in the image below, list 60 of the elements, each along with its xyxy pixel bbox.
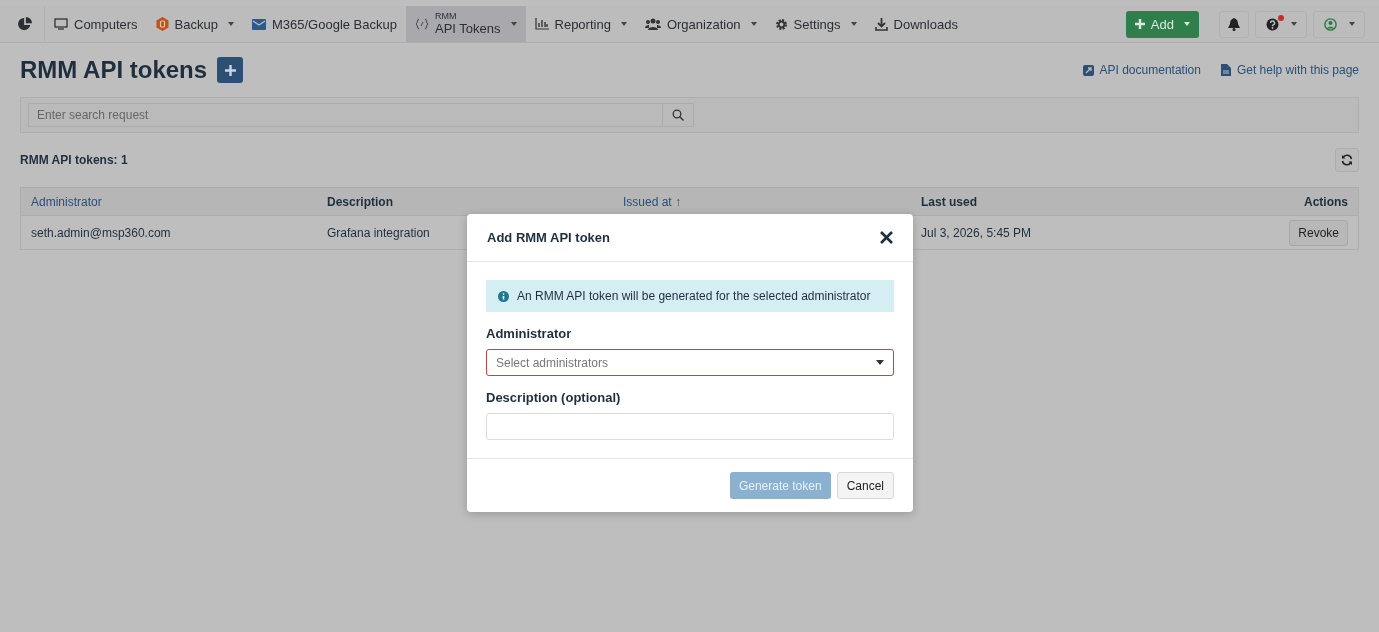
field-label: Description (optional) <box>486 390 622 405</box>
refresh-icon <box>1341 154 1353 166</box>
refresh-button[interactable] <box>1335 148 1359 172</box>
nav-menu-item[interactable]: Downloads <box>865 6 967 42</box>
add-button[interactable]: Add <box>1125 10 1199 38</box>
nav-menu-item[interactable]: Computers <box>45 6 147 42</box>
caret-icon <box>1184 22 1190 26</box>
dialog-title: Add RMM API token <box>487 230 610 245</box>
api-documentation-link[interactable]: API documentation <box>1082 63 1201 77</box>
user-avatar-icon <box>1323 17 1337 31</box>
envelope-icon <box>251 18 266 30</box>
nav-menu-item[interactable]: Reporting <box>525 6 636 42</box>
administrator-select[interactable]: Select administrators <box>486 349 894 376</box>
column-header: Last used <box>921 194 977 209</box>
close-icon <box>880 231 893 244</box>
field-label: Administrator <box>486 326 573 341</box>
nav-menu-item[interactable]: RMM API Tokens <box>406 6 526 42</box>
monitor-icon <box>54 18 68 30</box>
column-header[interactable]: Issued at ↑ <box>622 194 681 209</box>
info-icon <box>498 290 509 302</box>
nav-menu-item[interactable]: M365/Google Backup <box>242 6 406 42</box>
help-icon <box>1265 17 1279 31</box>
description-field[interactable] <box>486 413 894 440</box>
token-count: RMM API tokens: 1 <box>20 153 128 167</box>
caret-icon <box>1348 22 1355 26</box>
document-icon <box>1220 64 1231 76</box>
nav-menu-item[interactable]: Settings <box>765 6 866 42</box>
info-message: An RMM API token will be generated for the selected administrator <box>517 289 871 303</box>
help-link[interactable]: Get help with this page <box>1220 63 1359 77</box>
users-icon <box>644 18 661 30</box>
search-field[interactable]: Enter search request <box>28 103 662 127</box>
external-link-icon <box>1082 64 1094 76</box>
add-token-button[interactable] <box>217 57 244 83</box>
search-icon <box>672 109 684 121</box>
close-button[interactable] <box>880 231 893 244</box>
plus-icon <box>1134 19 1145 29</box>
backup-badge-icon <box>155 17 169 31</box>
column-header[interactable]: Administrator <box>31 194 102 209</box>
revoke-button[interactable]: Revoke <box>1289 219 1348 246</box>
page-title: RMM API tokens <box>20 56 208 84</box>
caret-icon <box>876 360 884 365</box>
bar-chart-icon <box>534 18 549 30</box>
nav-menu-item[interactable]: Organization <box>635 6 766 42</box>
help-menu-button[interactable] <box>1255 10 1307 38</box>
caret-icon <box>1290 22 1297 26</box>
table-cell: Grafana integration <box>327 225 430 240</box>
cancel-button[interactable]: Cancel <box>836 472 894 499</box>
nav-menu-item[interactable]: Backup <box>146 6 243 42</box>
code-braces-icon <box>415 18 429 30</box>
table-cell: seth.admin@msp360.com <box>31 225 171 240</box>
download-icon <box>874 17 888 31</box>
user-menu-button[interactable] <box>1313 10 1365 38</box>
plus-icon <box>224 64 236 76</box>
column-header: Actions <box>1304 194 1348 209</box>
search-button[interactable] <box>662 103 694 127</box>
table-cell: Jul 3, 2026, 5:45 PM <box>921 225 1032 240</box>
notifications-button[interactable] <box>1219 10 1249 38</box>
column-header: Description <box>327 194 393 209</box>
gear-icon <box>774 17 788 31</box>
bell-icon <box>1228 17 1240 31</box>
